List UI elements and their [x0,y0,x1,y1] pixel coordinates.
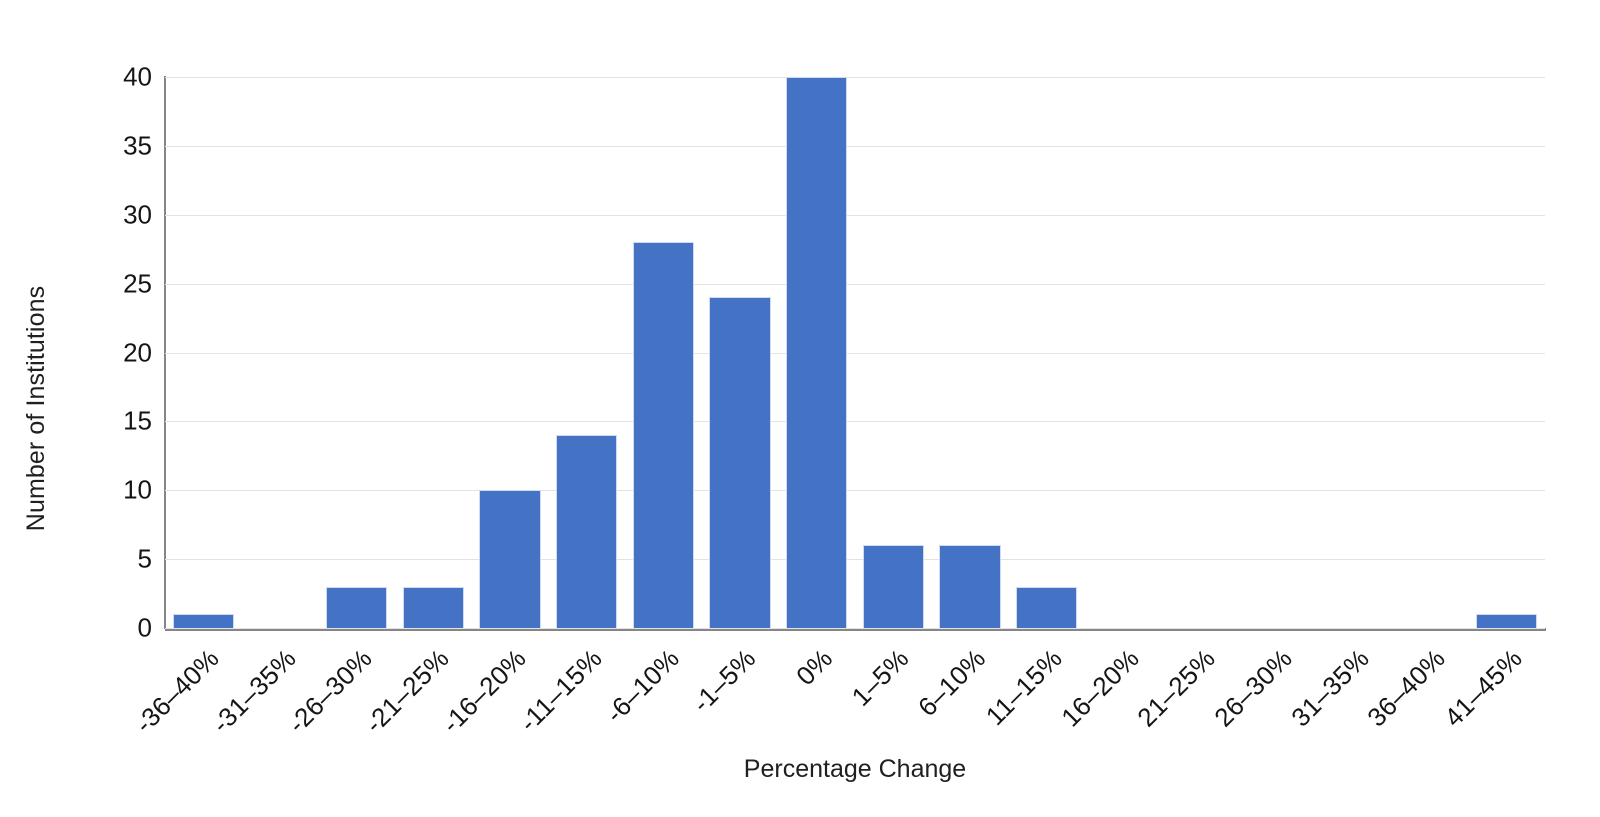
y-axis-tick-label: 35 [123,130,152,161]
bar-slot [165,77,242,628]
y-axis-tick-label: 0 [137,612,152,643]
x-axis-tick-label: 1–5% [845,643,915,712]
bar[interactable] [479,490,541,628]
y-axis-tick-label: 15 [123,405,152,436]
x-axis-title: Percentage Change [743,755,967,783]
gridline [165,628,1545,629]
bar-slot [1238,77,1315,628]
bar-slot [395,77,472,628]
x-axis-tick-labels: -36–40% -31–35% -26–30% -21–25% -16–20% -11–1… [129,631,1545,751]
bar-slot [1162,77,1239,628]
y-axis-tick-label: 30 [123,199,152,230]
y-axis-tick-label: 5 [137,543,152,574]
bar-slot [1085,77,1162,628]
bar-slot [1315,77,1392,628]
bar[interactable] [326,586,388,628]
bar[interactable] [862,545,925,628]
bar-slot [855,77,932,628]
x-label-slot: -11–15% [513,631,625,751]
x-label-slot: 41–45% [1438,631,1545,751]
bar-slot [1008,77,1085,628]
y-axis-tick-label: 20 [123,337,152,367]
y-axis-tick-label: 10 [123,474,152,505]
y-axis-tick-label: 40 [123,61,152,92]
x-axis-tick-label: -36–40% [128,643,225,739]
bar[interactable] [709,297,771,628]
bar[interactable] [1476,614,1538,628]
x-label-slot: 0% [778,631,855,751]
x-label-slot: 26–30% [1208,631,1315,751]
bar[interactable] [1016,586,1078,628]
x-label-slot: 11–15% [980,631,1085,751]
x-axis-tick-label: 0% [789,643,838,692]
bar-slot [1468,77,1545,628]
bar[interactable] [939,545,1001,628]
bar-slot [318,77,395,628]
bar-slot [472,77,549,628]
bar-slot [625,77,702,628]
bar-slot [242,77,319,628]
bar[interactable] [786,77,848,628]
bar[interactable] [172,614,234,628]
plot-area [165,77,1545,629]
x-label-slot: -1–5% [686,631,779,751]
y-axis-tick-label: 25 [123,268,152,299]
bar[interactable] [556,435,618,628]
bars-container [165,77,1545,628]
bar-chart: Number of Institutions 0 5 10 15 20 25 30 35 40 … [0,0,1600,817]
bar-slot [1392,77,1469,628]
bar-slot [778,77,855,628]
bar[interactable] [402,586,465,628]
bar-slot [548,77,625,628]
bar-slot [932,77,1009,628]
bar-slot [702,77,779,628]
bar[interactable] [632,242,695,628]
